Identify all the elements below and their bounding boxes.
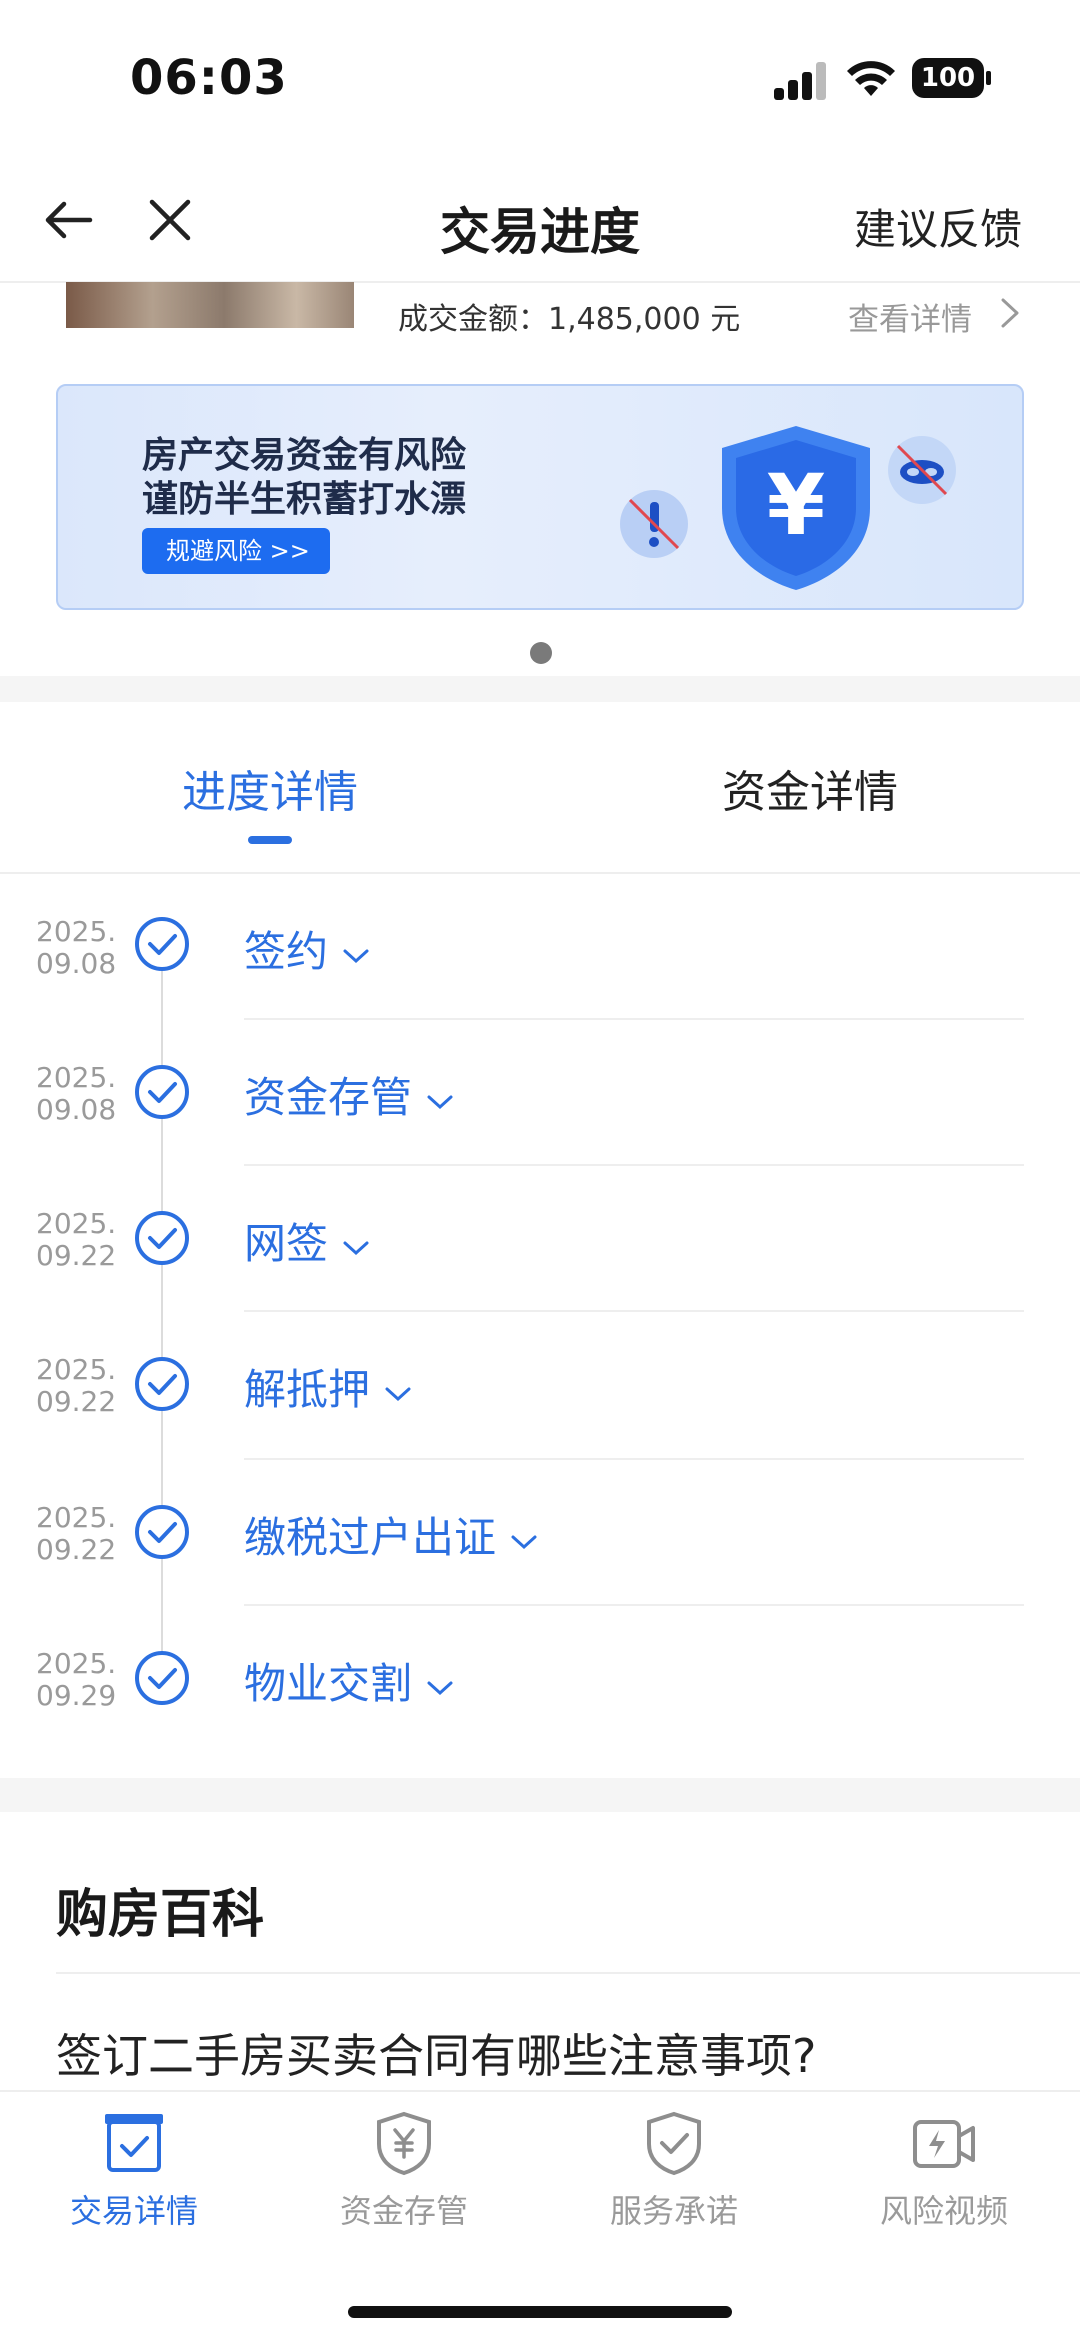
warning-bubble-icon <box>620 490 688 558</box>
timeline-divider <box>244 1604 1024 1606</box>
tab-divider <box>0 872 1080 874</box>
banner-headline-line2: 谨防半生积蓄打水漂 <box>142 479 467 520</box>
chevron-down-icon <box>427 1095 453 1110</box>
chevron-down-icon <box>385 1387 411 1402</box>
tabbar-item-transaction[interactable]: 交易详情 <box>34 2110 234 2230</box>
tabbar-label: 服务承诺 <box>609 2192 738 2230</box>
status-time: 06:03 <box>130 50 288 106</box>
check-circle-icon <box>135 917 189 971</box>
timeline-step-sign[interactable]: 签约 <box>244 918 371 979</box>
page-title: 交易进度 <box>440 203 640 261</box>
property-thumbnail <box>66 282 354 328</box>
yuan-shield-icon <box>377 2111 431 2176</box>
cellular-signal-icon <box>774 62 826 100</box>
carousel-indicator <box>530 642 552 664</box>
avoid-risk-button[interactable]: 规避风险 >> <box>142 528 330 574</box>
timeline-divider <box>244 1018 1024 1020</box>
chevron-down-icon <box>343 1241 369 1256</box>
view-details-link[interactable]: 查看详情 <box>848 294 972 339</box>
timeline-step-transfer[interactable]: 缴税过户出证 <box>244 1504 539 1565</box>
tabbar-label: 交易详情 <box>69 2192 198 2230</box>
section-gap <box>0 1778 1080 1812</box>
timeline-connector <box>161 944 163 1676</box>
active-tab-indicator <box>248 836 292 844</box>
check-circle-icon <box>135 1505 189 1559</box>
scam-mask-icon <box>888 436 956 504</box>
tabbar-item-escrow[interactable]: 资金存管 <box>304 2110 504 2230</box>
yuan-shield-icon: ¥ <box>722 426 870 590</box>
video-bolt-icon <box>913 2120 975 2168</box>
timeline-date: 2025. 09.22 <box>36 1353 117 1418</box>
check-circle-icon <box>135 1065 189 1119</box>
back-arrow-icon[interactable] <box>40 192 96 248</box>
timeline-date: 2025. 09.29 <box>36 1647 117 1712</box>
timeline-step-release-mortgage[interactable]: 解抵押 <box>244 1356 413 1417</box>
home-indicator <box>348 2306 732 2318</box>
chevron-down-icon <box>343 949 369 964</box>
tabbar-label: 资金存管 <box>339 2192 468 2230</box>
section-gap <box>0 676 1080 702</box>
timeline-step-property-handover[interactable]: 物业交割 <box>244 1650 455 1711</box>
check-circle-icon <box>135 1211 189 1265</box>
check-circle-icon <box>135 1357 189 1411</box>
tabbar-label: 风险视频 <box>879 2192 1008 2230</box>
wifi-icon <box>847 61 895 96</box>
timeline-step-online-sign[interactable]: 网签 <box>244 1210 371 1271</box>
battery-icon: 100 <box>912 58 992 98</box>
timeline-step-escrow[interactable]: 资金存管 <box>244 1064 455 1125</box>
encyclopedia-title: 购房百科 <box>56 1885 265 1945</box>
timeline-date: 2025. 09.22 <box>36 1207 117 1272</box>
risk-warning-banner[interactable]: 房产交易资金有风险 谨防半生积蓄打水漂 规避风险 >> ¥ <box>56 384 1024 610</box>
tab-fund-details[interactable]: 资金详情 <box>660 756 960 820</box>
bottom-tab-bar: 交易详情 资金存管 服务承诺 风险视频 <box>0 2090 1080 2341</box>
chevron-right-icon[interactable] <box>998 296 1022 330</box>
timeline-date: 2025. 09.08 <box>36 915 117 980</box>
encyclopedia-article-link[interactable]: 签订二手房买卖合同有哪些注意事项? <box>56 2020 816 2086</box>
shield-yuan-glyph: ¥ <box>767 456 825 554</box>
encyclopedia-divider <box>56 1972 1080 1974</box>
feedback-button[interactable]: 建议反馈 <box>854 196 1022 257</box>
battery-level: 100 <box>920 63 976 93</box>
timeline-date: 2025. 09.08 <box>36 1061 117 1126</box>
tabbar-item-risk-video[interactable]: 风险视频 <box>844 2110 1044 2230</box>
timeline-divider <box>244 1164 1024 1166</box>
chevron-down-icon <box>427 1681 453 1696</box>
tab-progress-details[interactable]: 进度详情 <box>120 756 420 820</box>
timeline-divider <box>244 1458 1024 1460</box>
close-icon[interactable] <box>144 194 196 246</box>
screen: 06:03 100 交易进度 建议反馈 成交金额：1,485,000 元 查看详… <box>0 0 1080 2341</box>
clipboard-check-icon <box>105 2114 163 2172</box>
tabbar-item-service[interactable]: 服务承诺 <box>574 2110 774 2230</box>
timeline-date: 2025. 09.22 <box>36 1501 117 1566</box>
timeline-divider <box>244 1310 1024 1312</box>
check-circle-icon <box>135 1651 189 1705</box>
chevron-down-icon <box>511 1535 537 1550</box>
check-shield-icon <box>647 2111 701 2176</box>
deal-amount: 成交金额：1,485,000 元 <box>398 302 741 337</box>
